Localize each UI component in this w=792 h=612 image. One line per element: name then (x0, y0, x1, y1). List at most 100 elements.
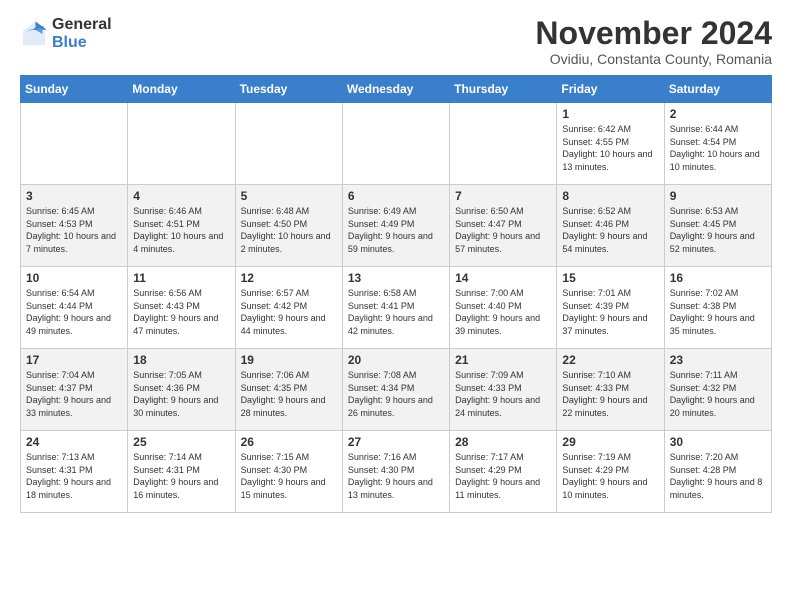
col-saturday: Saturday (664, 76, 771, 103)
calendar-cell: 21 Sunrise: 7:09 AM Sunset: 4:33 PM Dayli… (450, 349, 557, 431)
day-info: Sunrise: 7:11 AM Sunset: 4:32 PM Dayligh… (670, 369, 766, 419)
calendar-week-row: 3 Sunrise: 6:45 AM Sunset: 4:53 PM Daylig… (21, 185, 772, 267)
day-info: Sunrise: 6:42 AM Sunset: 4:55 PM Dayligh… (562, 123, 658, 173)
calendar-cell: 14 Sunrise: 7:00 AM Sunset: 4:40 PM Dayli… (450, 267, 557, 349)
col-friday: Friday (557, 76, 664, 103)
day-number: 29 (562, 435, 658, 449)
day-number: 4 (133, 189, 229, 203)
calendar-table: Sunday Monday Tuesday Wednesday Thursday… (20, 75, 772, 513)
day-info: Sunrise: 7:13 AM Sunset: 4:31 PM Dayligh… (26, 451, 122, 501)
logo-blue-text: Blue (52, 34, 112, 52)
page-container: General Blue November 2024 Ovidiu, Const… (0, 0, 792, 523)
col-tuesday: Tuesday (235, 76, 342, 103)
calendar-cell: 11Sunrise: 6:56 AM Sunset: 4:43 PM Dayli… (128, 267, 235, 349)
logo: General Blue (20, 16, 112, 51)
day-info: Sunrise: 6:44 AM Sunset: 4:54 PM Dayligh… (670, 123, 766, 173)
day-number: 7 (455, 189, 551, 203)
col-monday: Monday (128, 76, 235, 103)
calendar-cell: 5 Sunrise: 6:48 AM Sunset: 4:50 PM Daylig… (235, 185, 342, 267)
day-info: Sunrise: 7:16 AM Sunset: 4:30 PM Dayligh… (348, 451, 444, 501)
calendar-cell (235, 103, 342, 185)
day-number: 23 (670, 353, 766, 367)
calendar-cell: 1Sunrise: 6:42 AM Sunset: 4:55 PM Daylig… (557, 103, 664, 185)
calendar-cell: 23 Sunrise: 7:11 AM Sunset: 4:32 PM Dayli… (664, 349, 771, 431)
calendar-week-row: 1Sunrise: 6:42 AM Sunset: 4:55 PM Daylig… (21, 103, 772, 185)
day-number: 30 (670, 435, 766, 449)
day-info: Sunrise: 6:56 AM Sunset: 4:43 PM Dayligh… (133, 287, 229, 337)
day-info: Sunrise: 7:09 AM Sunset: 4:33 PM Dayligh… (455, 369, 551, 419)
day-number: 26 (241, 435, 337, 449)
day-info: Sunrise: 6:52 AM Sunset: 4:46 PM Dayligh… (562, 205, 658, 255)
title-block: November 2024 Ovidiu, Constanta County, … (535, 16, 772, 67)
calendar-cell: 24 Sunrise: 7:13 AM Sunset: 4:31 PM Dayli… (21, 431, 128, 513)
col-wednesday: Wednesday (342, 76, 449, 103)
day-number: 5 (241, 189, 337, 203)
calendar-cell: 28Sunrise: 7:17 AM Sunset: 4:29 PM Dayli… (450, 431, 557, 513)
calendar-cell (128, 103, 235, 185)
day-number: 14 (455, 271, 551, 285)
day-info: Sunrise: 7:05 AM Sunset: 4:36 PM Dayligh… (133, 369, 229, 419)
day-info: Sunrise: 6:54 AM Sunset: 4:44 PM Dayligh… (26, 287, 122, 337)
day-number: 17 (26, 353, 122, 367)
day-info: Sunrise: 6:49 AM Sunset: 4:49 PM Dayligh… (348, 205, 444, 255)
day-info: Sunrise: 7:04 AM Sunset: 4:37 PM Dayligh… (26, 369, 122, 419)
day-info: Sunrise: 7:01 AM Sunset: 4:39 PM Dayligh… (562, 287, 658, 337)
day-number: 10 (26, 271, 122, 285)
calendar-cell (342, 103, 449, 185)
day-number: 8 (562, 189, 658, 203)
calendar-cell: 29 Sunrise: 7:19 AM Sunset: 4:29 PM Dayli… (557, 431, 664, 513)
day-number: 21 (455, 353, 551, 367)
logo-general-text: General (52, 16, 112, 34)
day-number: 24 (26, 435, 122, 449)
day-number: 13 (348, 271, 444, 285)
calendar-cell: 8 Sunrise: 6:52 AM Sunset: 4:46 PM Daylig… (557, 185, 664, 267)
calendar-cell: 18Sunrise: 7:05 AM Sunset: 4:36 PM Dayli… (128, 349, 235, 431)
header: General Blue November 2024 Ovidiu, Const… (20, 16, 772, 67)
day-number: 3 (26, 189, 122, 203)
day-number: 12 (241, 271, 337, 285)
col-thursday: Thursday (450, 76, 557, 103)
calendar-cell: 2 Sunrise: 6:44 AM Sunset: 4:54 PM Daylig… (664, 103, 771, 185)
calendar-body: 1Sunrise: 6:42 AM Sunset: 4:55 PM Daylig… (21, 103, 772, 513)
day-number: 25 (133, 435, 229, 449)
day-info: Sunrise: 6:46 AM Sunset: 4:51 PM Dayligh… (133, 205, 229, 255)
day-info: Sunrise: 7:00 AM Sunset: 4:40 PM Dayligh… (455, 287, 551, 337)
day-number: 19 (241, 353, 337, 367)
calendar-cell: 15Sunrise: 7:01 AM Sunset: 4:39 PM Dayli… (557, 267, 664, 349)
day-number: 16 (670, 271, 766, 285)
day-number: 9 (670, 189, 766, 203)
calendar-cell: 7 Sunrise: 6:50 AM Sunset: 4:47 PM Daylig… (450, 185, 557, 267)
day-info: Sunrise: 7:15 AM Sunset: 4:30 PM Dayligh… (241, 451, 337, 501)
calendar-cell: 3 Sunrise: 6:45 AM Sunset: 4:53 PM Daylig… (21, 185, 128, 267)
month-title: November 2024 (535, 16, 772, 51)
day-info: Sunrise: 6:57 AM Sunset: 4:42 PM Dayligh… (241, 287, 337, 337)
logo-icon (20, 20, 48, 48)
calendar-cell: 19Sunrise: 7:06 AM Sunset: 4:35 PM Dayli… (235, 349, 342, 431)
day-info: Sunrise: 6:45 AM Sunset: 4:53 PM Dayligh… (26, 205, 122, 255)
calendar-cell: 13Sunrise: 6:58 AM Sunset: 4:41 PM Dayli… (342, 267, 449, 349)
calendar-cell: 30 Sunrise: 7:20 AM Sunset: 4:28 PM Dayli… (664, 431, 771, 513)
day-info: Sunrise: 7:02 AM Sunset: 4:38 PM Dayligh… (670, 287, 766, 337)
day-number: 22 (562, 353, 658, 367)
calendar-week-row: 24 Sunrise: 7:13 AM Sunset: 4:31 PM Dayli… (21, 431, 772, 513)
calendar-cell: 4 Sunrise: 6:46 AM Sunset: 4:51 PM Daylig… (128, 185, 235, 267)
calendar-header-row: Sunday Monday Tuesday Wednesday Thursday… (21, 76, 772, 103)
day-info: Sunrise: 7:20 AM Sunset: 4:28 PM Dayligh… (670, 451, 766, 501)
day-number: 20 (348, 353, 444, 367)
calendar-cell: 6 Sunrise: 6:49 AM Sunset: 4:49 PM Daylig… (342, 185, 449, 267)
day-number: 6 (348, 189, 444, 203)
calendar-week-row: 10 Sunrise: 6:54 AM Sunset: 4:44 PM Dayli… (21, 267, 772, 349)
calendar-cell: 17 Sunrise: 7:04 AM Sunset: 4:37 PM Dayli… (21, 349, 128, 431)
day-info: Sunrise: 6:50 AM Sunset: 4:47 PM Dayligh… (455, 205, 551, 255)
calendar-cell: 16 Sunrise: 7:02 AM Sunset: 4:38 PM Dayli… (664, 267, 771, 349)
day-number: 28 (455, 435, 551, 449)
calendar-cell: 25Sunrise: 7:14 AM Sunset: 4:31 PM Dayli… (128, 431, 235, 513)
day-number: 2 (670, 107, 766, 121)
day-info: Sunrise: 6:48 AM Sunset: 4:50 PM Dayligh… (241, 205, 337, 255)
day-info: Sunrise: 7:08 AM Sunset: 4:34 PM Dayligh… (348, 369, 444, 419)
day-number: 27 (348, 435, 444, 449)
calendar-cell: 10 Sunrise: 6:54 AM Sunset: 4:44 PM Dayli… (21, 267, 128, 349)
day-info: Sunrise: 6:53 AM Sunset: 4:45 PM Dayligh… (670, 205, 766, 255)
day-info: Sunrise: 7:19 AM Sunset: 4:29 PM Dayligh… (562, 451, 658, 501)
col-sunday: Sunday (21, 76, 128, 103)
